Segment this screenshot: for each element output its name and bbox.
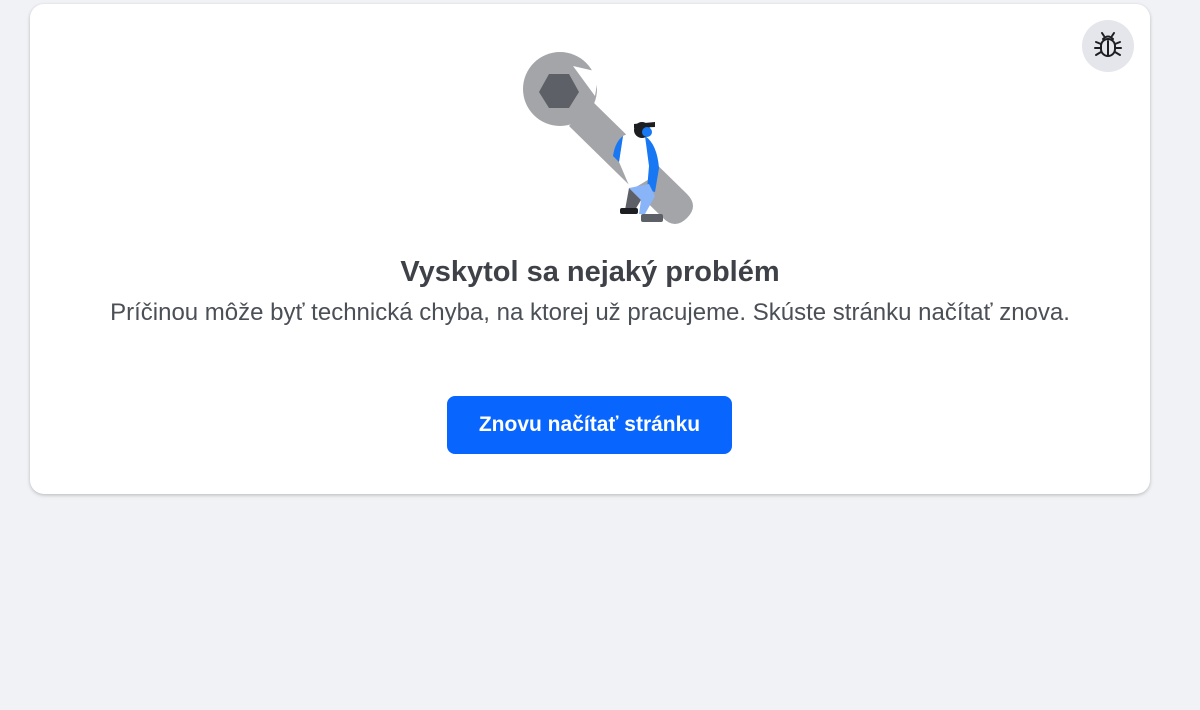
error-title: Vyskytol sa nejaký problém xyxy=(400,256,780,288)
report-bug-button[interactable] xyxy=(1082,20,1134,72)
error-message: Príčinou môže byť technická chyba, na kt… xyxy=(110,299,1070,326)
bug-icon xyxy=(1094,32,1122,57)
reload-page-button[interactable]: Znovu načítať stránku xyxy=(447,396,732,454)
error-card: Vyskytol sa nejaký problém Príčinou môže… xyxy=(30,4,1150,494)
wrench-icon xyxy=(523,52,693,224)
wrench-worker-illustration xyxy=(523,52,693,224)
page: Vyskytol sa nejaký problém Príčinou môže… xyxy=(0,0,1200,710)
